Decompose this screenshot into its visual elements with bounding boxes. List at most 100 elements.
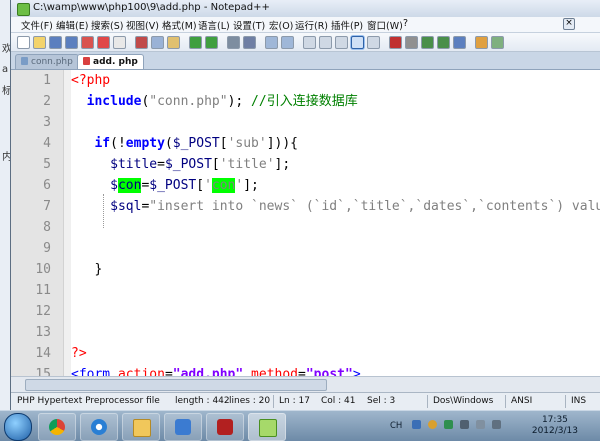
code-line[interactable]: 1 <?php [11, 70, 600, 91]
status-length: length : 442 [175, 396, 230, 406]
code-line[interactable]: 4 if(!empty($_POST['sub'])){ [11, 133, 600, 154]
tab-label: add. php [93, 57, 138, 67]
code-line[interactable]: 11 [11, 280, 600, 301]
code-token: <?php [71, 73, 111, 88]
plugin-icon[interactable] [475, 36, 488, 49]
redo-icon[interactable] [205, 36, 218, 49]
folder-icon [133, 419, 151, 437]
user-lang-icon[interactable] [367, 36, 380, 49]
menu-language[interactable]: 语言(L) [198, 18, 230, 32]
clock[interactable]: 17:35 2012/3/13 [532, 415, 578, 437]
menu-plugins[interactable]: 插件(P) [331, 18, 363, 32]
code-token: 'sub' [227, 136, 267, 151]
start-orb-icon[interactable] [4, 413, 32, 441]
code-token: > [352, 367, 361, 376]
close-file-icon[interactable] [81, 36, 94, 49]
menu-edit[interactable]: 编辑(E) [56, 18, 88, 32]
stop-macro-icon[interactable] [405, 36, 418, 49]
taskbar-browser[interactable] [38, 413, 76, 441]
tab-conn-php[interactable]: conn.php [15, 54, 79, 69]
word-wrap-icon[interactable] [319, 36, 332, 49]
line-number: 2 [43, 94, 51, 109]
status-divider [505, 395, 506, 408]
save-macro-icon[interactable] [453, 36, 466, 49]
menu-settings[interactable]: 设置(T) [233, 18, 265, 32]
code-line[interactable]: 3 [11, 112, 600, 133]
sync-scroll-icon[interactable] [303, 36, 316, 49]
run-macro-multiple-icon[interactable] [437, 36, 450, 49]
line-number: 10 [35, 262, 51, 277]
code-line[interactable]: 12 [11, 301, 600, 322]
paste-icon[interactable] [167, 36, 180, 49]
clock-time: 17:35 [541, 415, 568, 425]
menu-format[interactable]: 格式(M) [162, 18, 197, 32]
close-icon[interactable]: × [563, 18, 575, 30]
line-number: 15 [35, 367, 51, 376]
network-icon[interactable] [444, 420, 453, 429]
code-line[interactable]: 2 include("conn.php"); //引入连接数据库 [11, 91, 600, 112]
keyboard-icon[interactable] [412, 420, 421, 429]
menu-view[interactable]: 视图(V) [126, 18, 159, 32]
title-bar[interactable]: C:\wamp\www\php100\9\add.php - Notepad++ [11, 0, 600, 17]
indent-guide-icon[interactable] [351, 36, 364, 49]
code-editor[interactable]: 1 <?php 2 include("conn.php"); //引入连接数据库 3 4… [11, 70, 600, 376]
save-icon[interactable] [49, 36, 62, 49]
line-number: 9 [43, 241, 51, 256]
spell-check-icon[interactable] [491, 36, 504, 49]
menu-help[interactable]: ? [403, 18, 408, 29]
taskbar-notepadpp[interactable] [248, 413, 286, 441]
zoom-in-icon[interactable] [265, 36, 278, 49]
help-icon[interactable] [428, 420, 437, 429]
code-line[interactable]: 13 [11, 322, 600, 343]
file-icon [21, 57, 28, 65]
scrollbar-thumb[interactable] [25, 379, 327, 391]
find-icon[interactable] [227, 36, 240, 49]
volume-icon[interactable] [460, 420, 469, 429]
notepadpp-icon [17, 3, 30, 16]
code-line[interactable]: 10 } [11, 259, 600, 280]
undo-icon[interactable] [189, 36, 202, 49]
line-code: $sql="insert into `news` (`id`,`title`,`… [71, 196, 600, 217]
taskbar-recorder[interactable] [206, 413, 244, 441]
record-macro-icon[interactable] [389, 36, 402, 49]
status-eol: Dos\Windows [433, 396, 494, 406]
taskbar-ie[interactable] [80, 413, 118, 441]
code-line[interactable]: 7 $sql="insert into `news` (`id`,`title`… [11, 196, 600, 217]
cut-icon[interactable] [135, 36, 148, 49]
taskbar-media[interactable] [164, 413, 202, 441]
new-file-icon[interactable] [17, 36, 30, 49]
code-token: include [86, 94, 142, 109]
copy-icon[interactable] [151, 36, 164, 49]
code-line[interactable]: 9 [11, 238, 600, 259]
code-line[interactable]: 8 [11, 217, 600, 238]
code-token: ( [164, 136, 173, 151]
save-all-icon[interactable] [65, 36, 78, 49]
code-line[interactable]: 15 <form action="add.php" method="post"> [11, 364, 600, 376]
replace-icon[interactable] [243, 36, 256, 49]
code-line[interactable]: 14 ?> [11, 343, 600, 364]
menu-search[interactable]: 搜索(S) [91, 18, 123, 32]
taskbar-explorer[interactable] [122, 413, 160, 441]
background-window-text: a [2, 64, 9, 75]
tab-add-php[interactable]: add. php [77, 54, 144, 69]
show-all-chars-icon[interactable] [335, 36, 348, 49]
code-token: con [117, 178, 142, 193]
menu-window[interactable]: 窗口(W) [367, 18, 403, 32]
menu-run[interactable]: 运行(R) [295, 18, 328, 32]
open-file-icon[interactable] [33, 36, 46, 49]
menu-file[interactable]: 文件(F) [21, 18, 53, 32]
code-line[interactable]: 6 $con=$_POST['con']; [11, 175, 600, 196]
menu-macro[interactable]: 宏(O) [269, 18, 293, 32]
print-icon[interactable] [113, 36, 126, 49]
power-icon[interactable] [492, 420, 501, 429]
zoom-out-icon[interactable] [281, 36, 294, 49]
horizontal-scrollbar[interactable] [11, 376, 600, 392]
code-token: ?> [71, 346, 87, 361]
code-line[interactable]: 5 $title=$_POST['title']; [11, 154, 600, 175]
close-all-icon[interactable] [97, 36, 110, 49]
status-bar: PHP Hypertext Preprocessor file length :… [11, 392, 600, 411]
play-macro-icon[interactable] [421, 36, 434, 49]
flag-icon[interactable] [476, 420, 485, 429]
input-language[interactable]: CH [390, 421, 402, 431]
